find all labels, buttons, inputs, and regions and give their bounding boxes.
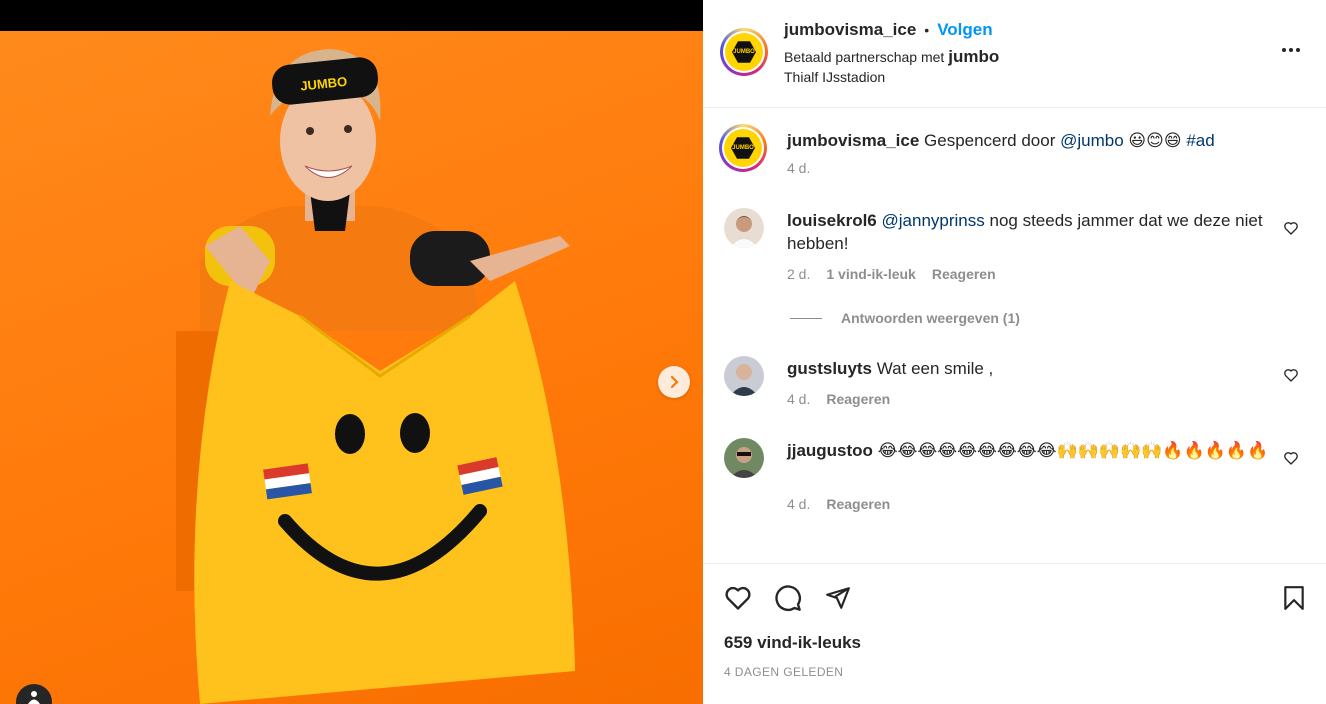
post-header: JUMBO jumbovisma_ice • Volgen Betaald pa… (703, 0, 1326, 108)
caption-author[interactable]: jumbovisma_ice (787, 131, 919, 150)
comment-time[interactable]: 4 d. (787, 496, 810, 512)
caption-text: jumbovisma_ice Gespencerd door @jumbo 😃😊… (787, 130, 1287, 152)
more-icon (1282, 48, 1286, 52)
post-actions: 659 vind-ik-leuks 4 DAGEN GELEDEN (703, 563, 1326, 704)
replies-divider (790, 317, 822, 319)
like-button[interactable] (722, 582, 754, 614)
reply-button[interactable]: Reageren (932, 266, 996, 282)
jumbo-logo: JUMBO (731, 137, 755, 159)
share-button[interactable] (822, 582, 854, 614)
chevron-right-icon (670, 375, 679, 389)
comment-text: gustsluyts Wat een smile , (787, 357, 1277, 380)
more-options-button[interactable] (1278, 44, 1304, 56)
comment-author[interactable]: louisekrol6 (787, 211, 877, 230)
comment-author[interactable]: jjaugustoo (787, 441, 873, 460)
caption-body: Gespencerd door (924, 131, 1056, 150)
caption-hashtag[interactable]: #ad (1186, 131, 1214, 150)
follow-button[interactable]: Volgen (937, 20, 992, 40)
like-count[interactable]: 659 vind-ik-leuks (724, 633, 861, 653)
share-icon (826, 587, 850, 609)
commenter-avatar[interactable] (724, 208, 764, 248)
jumbo-logo: JUMBO (732, 41, 756, 63)
photo-illustration: JUMBO (176, 49, 576, 704)
partner-link[interactable]: jumbo (948, 47, 999, 66)
reply-button[interactable]: Reageren (826, 496, 890, 512)
save-button[interactable] (1278, 582, 1310, 614)
caption-mention[interactable]: @jumbo (1060, 131, 1124, 150)
commenter-avatar[interactable] (724, 356, 764, 396)
view-replies-label: Antwoorden weergeven (1) (841, 310, 1020, 326)
heart-icon[interactable] (1283, 220, 1299, 236)
comment-text: jjaugustoo 😂😂😂😂😂😂😂😂😂🙌🙌🙌🙌🙌🔥🔥🔥🔥🔥 (787, 439, 1277, 462)
comment-button[interactable] (772, 582, 804, 614)
post-photo[interactable]: JUMBO (0, 31, 703, 704)
partnership-label: Betaald partnerschap met jumbo (784, 47, 999, 67)
author-username[interactable]: jumbovisma_ice (784, 20, 916, 40)
comment-text: louisekrol6 @jannyprinss nog steeds jamm… (787, 209, 1277, 255)
heart-icon (725, 586, 751, 610)
comment-icon (775, 585, 801, 611)
next-image-button[interactable] (658, 366, 690, 398)
post-sidebar: JUMBO jumbovisma_ice • Volgen Betaald pa… (703, 0, 1326, 704)
comment-body: Wat een smile , (876, 359, 994, 378)
heart-icon[interactable] (1283, 450, 1299, 466)
location-link[interactable]: Thialf IJsstadion (784, 69, 885, 85)
separator-dot: • (924, 22, 930, 38)
commenter-avatar[interactable] (724, 438, 764, 478)
comment-mention[interactable]: @jannyprinss (882, 211, 985, 230)
user-tag-icon (28, 691, 40, 704)
post-date[interactable]: 4 DAGEN GELEDEN (724, 665, 843, 679)
caption-time[interactable]: 4 d. (787, 160, 810, 176)
header-user-row: jumbovisma_ice • Volgen (784, 20, 993, 40)
comment-author[interactable]: gustsluyts (787, 359, 872, 378)
comments-list: JUMBO jumbovisma_ice Gespencerd door @ju… (703, 108, 1326, 563)
post-media: JUMBO (0, 0, 703, 704)
caption-avatar[interactable]: JUMBO (719, 124, 767, 172)
comment-time[interactable]: 2 d. (787, 266, 810, 282)
heart-icon[interactable] (1283, 367, 1299, 383)
comment-body: 😂😂😂😂😂😂😂😂😂🙌🙌🙌🙌🙌🔥🔥🔥🔥🔥 (877, 441, 1269, 460)
partnership-prefix: Betaald partnerschap met (784, 49, 945, 65)
comment-meta: 4 d. Reageren (787, 391, 906, 407)
comment-meta: 2 d. 1 vind-ik-leuk Reageren (787, 266, 1012, 282)
author-avatar[interactable]: JUMBO (720, 28, 768, 76)
comment-meta: 4 d. Reageren (787, 496, 906, 512)
comment-time[interactable]: 4 d. (787, 391, 810, 407)
reply-button[interactable]: Reageren (826, 391, 890, 407)
caption-meta: 4 d. (787, 160, 826, 176)
caption-emojis: 😃😊😄 (1128, 131, 1182, 150)
comment-likes[interactable]: 1 vind-ik-leuk (826, 266, 915, 282)
bookmark-icon (1284, 586, 1304, 610)
view-replies-button[interactable]: Antwoorden weergeven (1) (790, 310, 1020, 326)
